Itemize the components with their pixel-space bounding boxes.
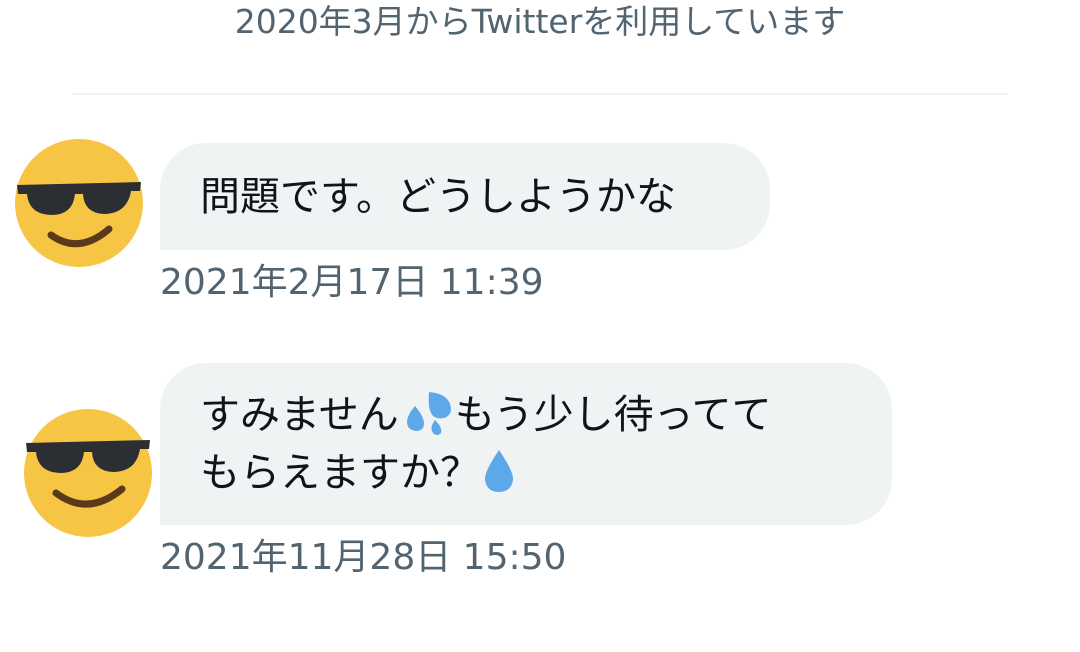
message-line-1: すみません もう少し待ってて bbox=[200, 386, 852, 444]
message-bubble[interactable]: 問題です。どうしようかな bbox=[160, 143, 770, 250]
message-text: 問題です。どうしようかな bbox=[200, 173, 676, 220]
avatar[interactable] bbox=[22, 407, 154, 539]
message-timestamp: 2021年11月28日 15:50 bbox=[160, 537, 567, 578]
droplet-icon bbox=[484, 450, 514, 492]
avatar[interactable] bbox=[13, 137, 145, 269]
message-line-2: もらえますか？ bbox=[200, 444, 852, 502]
message-text: すみません bbox=[200, 392, 399, 438]
message-text: もらえますか？ bbox=[200, 450, 480, 496]
joined-date-text: 2020年3月からTwitterを利用しています bbox=[234, 2, 846, 41]
sweat-droplets-icon bbox=[406, 392, 451, 435]
sunglasses-face-icon bbox=[24, 409, 152, 537]
divider bbox=[72, 93, 1008, 95]
sunglasses-face-icon bbox=[15, 139, 143, 267]
message-timestamp: 2021年2月17日 11:39 bbox=[160, 262, 544, 303]
message-text: もう少し待ってて bbox=[454, 392, 772, 438]
message-bubble[interactable]: すみません もう少し待ってて もらえますか？ bbox=[160, 363, 892, 525]
